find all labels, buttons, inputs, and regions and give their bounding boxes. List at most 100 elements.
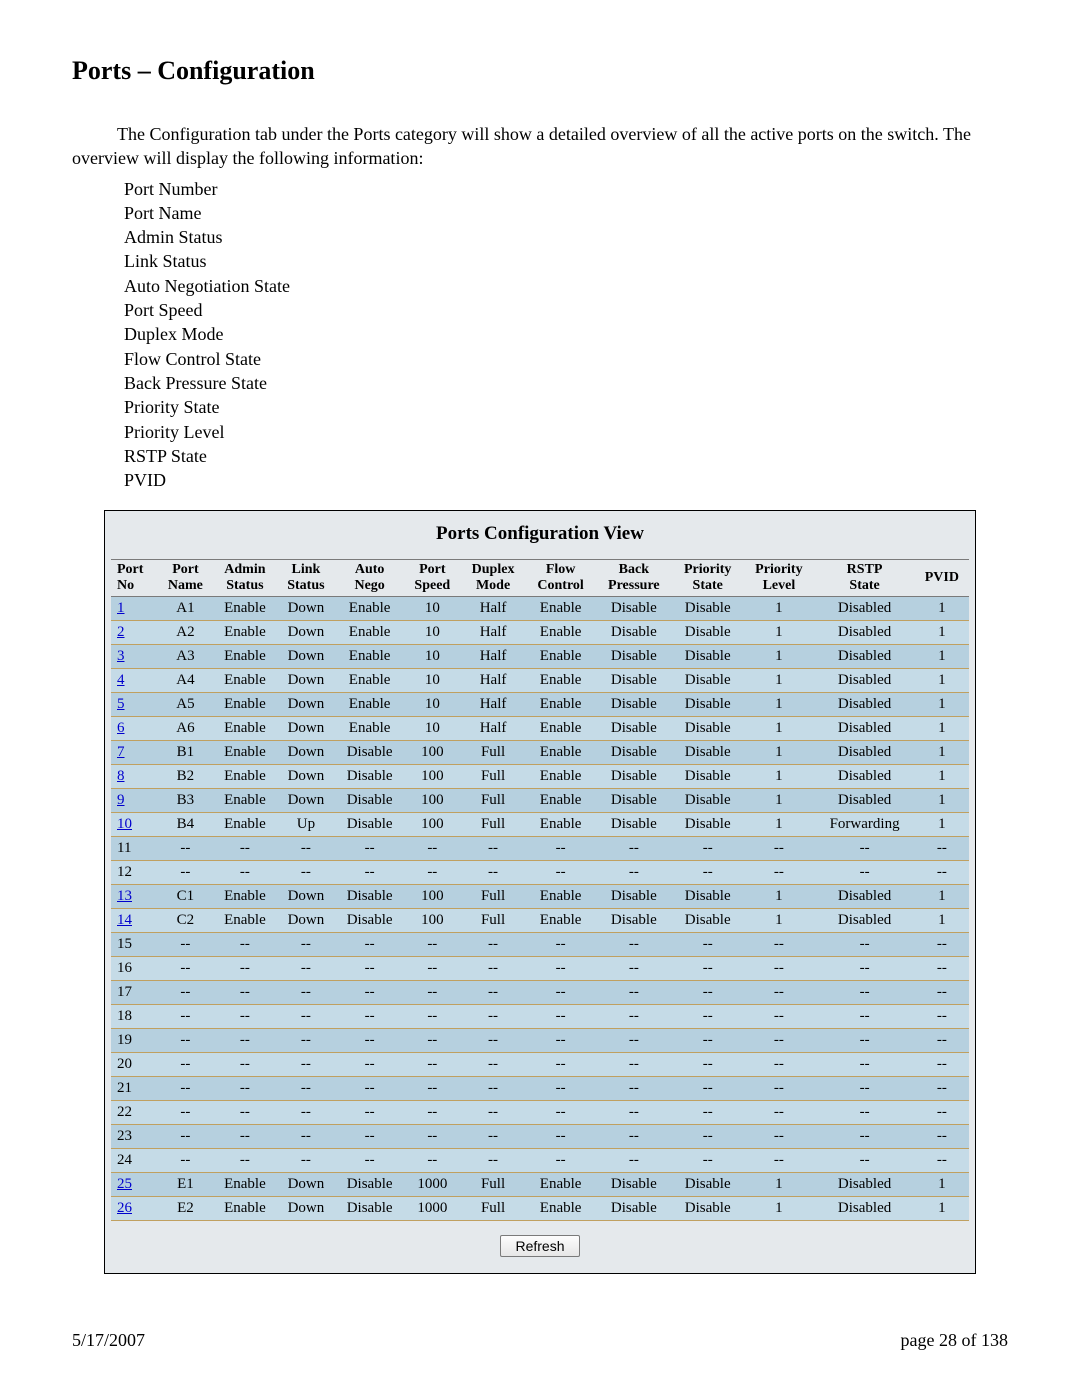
table-cell: -- xyxy=(158,1053,213,1077)
table-cell: -- xyxy=(335,1125,404,1149)
table-cell: -- xyxy=(460,1077,525,1101)
table-cell: Disable xyxy=(596,789,673,813)
table-cell: Enable xyxy=(213,1197,277,1221)
table-cell: Disable xyxy=(596,717,673,741)
table-cell: -- xyxy=(596,1029,673,1053)
table-cell: Enable xyxy=(526,621,596,645)
table-cell: A5 xyxy=(158,693,213,717)
table-cell: -- xyxy=(814,1077,914,1101)
table-cell: -- xyxy=(158,1029,213,1053)
table-cell: 2 xyxy=(111,621,158,645)
table-cell: -- xyxy=(158,957,213,981)
table-cell: A2 xyxy=(158,621,213,645)
table-cell: Disable xyxy=(672,645,743,669)
table-cell: -- xyxy=(335,1077,404,1101)
table-cell: Full xyxy=(460,885,525,909)
table-cell: Enable xyxy=(213,909,277,933)
table-cell: -- xyxy=(158,1077,213,1101)
table-cell: Enable xyxy=(526,693,596,717)
port-link[interactable]: 1 xyxy=(117,600,125,616)
port-link[interactable]: 3 xyxy=(117,648,125,664)
port-link[interactable]: 5 xyxy=(117,696,125,712)
table-cell: Down xyxy=(277,765,335,789)
table-cell: 6 xyxy=(111,717,158,741)
table-cell: 9 xyxy=(111,789,158,813)
table-cell: Half xyxy=(460,597,525,621)
table-cell: Enable xyxy=(526,765,596,789)
table-cell: 1 xyxy=(743,741,814,765)
table-cell: -- xyxy=(277,837,335,861)
table-row: 14C2EnableDownDisable100FullEnableDisabl… xyxy=(111,909,969,933)
port-link[interactable]: 6 xyxy=(117,720,125,736)
table-row: 3A3EnableDownEnable10HalfEnableDisableDi… xyxy=(111,645,969,669)
table-cell: 21 xyxy=(111,1077,158,1101)
info-list: Port NumberPort NameAdmin StatusLink Sta… xyxy=(72,177,1008,493)
table-cell: 14 xyxy=(111,909,158,933)
table-row: 23------------------------ xyxy=(111,1125,969,1149)
table-cell: -- xyxy=(277,933,335,957)
table-cell: 18 xyxy=(111,1005,158,1029)
footer-date: 5/17/2007 xyxy=(72,1330,145,1351)
table-cell: 1 xyxy=(915,597,969,621)
port-link[interactable]: 13 xyxy=(117,888,132,904)
table-cell: Disabled xyxy=(814,717,914,741)
table-cell: Full xyxy=(460,789,525,813)
table-cell: Disable xyxy=(335,813,404,837)
info-item: Flow Control State xyxy=(124,347,1008,371)
table-cell: -- xyxy=(158,981,213,1005)
table-cell: Down xyxy=(277,1197,335,1221)
table-cell: A3 xyxy=(158,645,213,669)
table-cell: -- xyxy=(460,1101,525,1125)
table-header-cell: PriorityState xyxy=(672,560,743,597)
port-link[interactable]: 25 xyxy=(117,1176,132,1192)
table-cell: 1 xyxy=(915,813,969,837)
table-cell: -- xyxy=(596,933,673,957)
table-cell: -- xyxy=(158,1149,213,1173)
table-cell: -- xyxy=(526,981,596,1005)
table-cell: -- xyxy=(404,1005,460,1029)
table-cell: Enable xyxy=(526,789,596,813)
table-cell: -- xyxy=(277,957,335,981)
refresh-button[interactable]: Refresh xyxy=(500,1235,579,1257)
table-cell: -- xyxy=(335,933,404,957)
port-link[interactable]: 26 xyxy=(117,1200,132,1216)
table-cell: -- xyxy=(915,1077,969,1101)
table-cell: -- xyxy=(277,1005,335,1029)
table-cell: Enable xyxy=(335,645,404,669)
table-cell: -- xyxy=(672,1101,743,1125)
port-link[interactable]: 7 xyxy=(117,744,125,760)
table-cell: Down xyxy=(277,885,335,909)
table-cell: 100 xyxy=(404,885,460,909)
table-cell: Disable xyxy=(672,813,743,837)
table-cell: Enable xyxy=(526,1173,596,1197)
table-row: 15------------------------ xyxy=(111,933,969,957)
table-cell: Disable xyxy=(596,597,673,621)
table-cell: -- xyxy=(335,1053,404,1077)
table-cell: -- xyxy=(915,861,969,885)
table-cell: 8 xyxy=(111,765,158,789)
table-cell: -- xyxy=(277,1029,335,1053)
table-cell: -- xyxy=(915,933,969,957)
port-link[interactable]: 9 xyxy=(117,792,125,808)
port-link[interactable]: 10 xyxy=(117,816,132,832)
port-link[interactable]: 2 xyxy=(117,624,125,640)
table-cell: Disable xyxy=(672,717,743,741)
table-cell: 23 xyxy=(111,1125,158,1149)
table-cell: Down xyxy=(277,693,335,717)
table-row: 18------------------------ xyxy=(111,1005,969,1029)
port-link[interactable]: 4 xyxy=(117,672,125,688)
table-cell: Disable xyxy=(335,765,404,789)
table-cell: 17 xyxy=(111,981,158,1005)
port-link[interactable]: 8 xyxy=(117,768,125,784)
table-header-cell: AdminStatus xyxy=(213,560,277,597)
table-cell: Enable xyxy=(213,645,277,669)
info-item: RSTP State xyxy=(124,444,1008,468)
table-cell: -- xyxy=(814,933,914,957)
table-cell: -- xyxy=(672,933,743,957)
table-cell: -- xyxy=(526,1005,596,1029)
port-link[interactable]: 14 xyxy=(117,912,132,928)
info-item: Auto Negotiation State xyxy=(124,274,1008,298)
table-cell: -- xyxy=(277,1149,335,1173)
table-cell: 10 xyxy=(404,717,460,741)
table-cell: 1000 xyxy=(404,1173,460,1197)
